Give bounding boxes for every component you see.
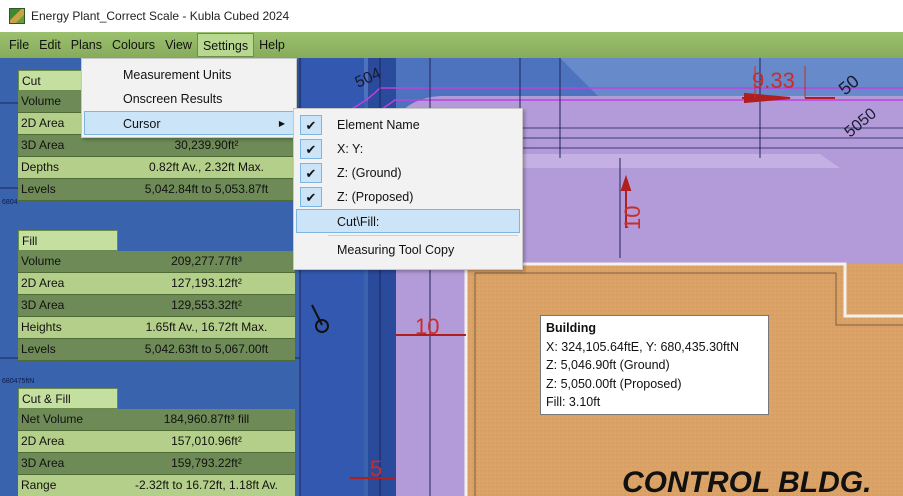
submenu-item-xy[interactable]: ✔ X: Y: xyxy=(296,137,520,161)
menu-file[interactable]: File xyxy=(4,33,34,57)
menu-item-onscreen-results[interactable]: Onscreen Results xyxy=(84,87,294,111)
kubla-terrain-icon xyxy=(9,7,25,24)
grid-label: 6804 xyxy=(2,199,18,206)
result-row: Depths 0.82ft Av., 2.32ft Max. xyxy=(18,157,295,179)
result-row: Volume 209,277.77ft³ xyxy=(18,251,295,273)
result-row: 3D Area 129,553.32ft² xyxy=(18,295,295,317)
menu-separator xyxy=(328,235,518,236)
checkmark-icon: ✔ xyxy=(300,187,322,207)
dimension-label: 5 xyxy=(370,456,382,481)
cutfill-results-panel: Cut & Fill Net Volume 184,960.87ft³ fill … xyxy=(18,388,295,496)
dimension-label: 10 xyxy=(620,206,645,230)
submenu-item-z-proposed[interactable]: ✔ Z: (Proposed) xyxy=(296,185,520,209)
checkmark-icon: ✔ xyxy=(300,139,322,159)
tooltip-element-name: Building xyxy=(546,321,596,335)
menu-plans[interactable]: Plans xyxy=(66,33,107,57)
menu-item-cursor[interactable]: Cursor ▶ xyxy=(84,111,294,135)
checkmark-icon: ✔ xyxy=(300,163,322,183)
result-row: 3D Area 159,793.22ft² xyxy=(18,453,295,475)
submenu-arrow-icon: ▶ xyxy=(278,119,285,128)
settings-menu: Measurement Units Onscreen Results Curso… xyxy=(81,58,297,138)
dimension-label: 9.33 xyxy=(752,68,795,93)
result-row: 2D Area 157,010.96ft² xyxy=(18,431,295,453)
checkmark-icon: ✔ xyxy=(300,115,322,135)
result-row: Levels 5,042.63ft to 5,067.00ft xyxy=(18,339,295,361)
menu-item-cursor-label: Cursor xyxy=(123,117,161,131)
result-row: Net Volume 184,960.87ft³ fill xyxy=(18,409,295,431)
submenu-item-element-name[interactable]: ✔ Element Name xyxy=(296,113,520,137)
hover-tooltip: Building X: 324,105.64ftE, Y: 680,435.30… xyxy=(540,315,769,415)
cutfill-panel-title: Cut & Fill xyxy=(18,388,118,409)
result-row: 3D Area 30,239.90ft² xyxy=(18,135,295,157)
tooltip-fill: Fill: 3.10ft xyxy=(546,395,601,409)
submenu-item-measuring-tool-copy[interactable]: Measuring Tool Copy xyxy=(296,238,520,262)
result-row: Range -2.32ft to 16.72ft, 1.18ft Av. xyxy=(18,475,295,496)
cursor-submenu: ✔ Element Name ✔ X: Y: ✔ Z: (Ground) ✔ Z… xyxy=(293,108,523,270)
fill-results-panel: Fill Volume 209,277.77ft³ 2D Area 127,193.… xyxy=(18,230,295,361)
tooltip-z-ground: Z: 5,046.90ft (Ground) xyxy=(546,358,670,372)
submenu-item-z-ground[interactable]: ✔ Z: (Ground) xyxy=(296,161,520,185)
result-row: Levels 5,042.84ft to 5,053.87ft xyxy=(18,179,295,201)
menu-item-measurement-units[interactable]: Measurement Units xyxy=(84,63,294,87)
tooltip-z-proposed: Z: 5,050.00ft (Proposed) xyxy=(546,376,682,391)
menu-view[interactable]: View xyxy=(160,33,197,57)
result-row: 2D Area 127,193.12ft² xyxy=(18,273,295,295)
window-title: Energy Plant_Correct Scale - Kubla Cubed… xyxy=(31,8,290,23)
dimension-label: 10 xyxy=(415,314,439,339)
menu-settings[interactable]: Settings xyxy=(196,33,255,57)
menu-help[interactable]: Help xyxy=(254,33,290,57)
title-bar: Energy Plant_Correct Scale - Kubla Cubed… xyxy=(0,0,903,31)
tooltip-xy: X: 324,105.64ftE, Y: 680,435.30ftN xyxy=(546,339,739,354)
result-row: Heights 1.65ft Av., 16.72ft Max. xyxy=(18,317,295,339)
menu-bar: File Edit Plans Colours View Settings He… xyxy=(0,32,903,58)
fill-panel-title: Fill xyxy=(18,230,118,251)
grid-label: 680475ftN xyxy=(2,378,34,385)
menu-colours[interactable]: Colours xyxy=(107,33,160,57)
submenu-item-cut-fill[interactable]: Cut\Fill: xyxy=(296,209,520,233)
building-label: CONTROL BLDG. xyxy=(622,466,871,496)
menu-edit[interactable]: Edit xyxy=(34,33,66,57)
